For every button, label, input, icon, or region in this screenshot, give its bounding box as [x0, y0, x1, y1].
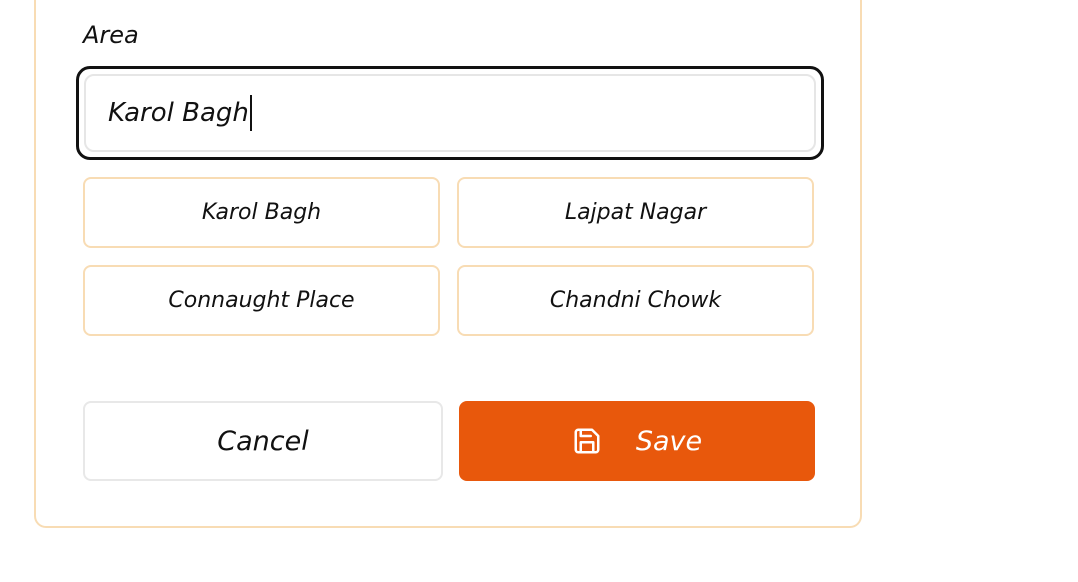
- save-button-label: Save: [635, 425, 703, 457]
- suggestion-karol-bagh[interactable]: Karol Bagh: [83, 177, 440, 248]
- cancel-button-label: Cancel: [217, 425, 309, 457]
- save-button[interactable]: Save: [459, 401, 815, 481]
- text-caret: [249, 95, 252, 131]
- suggestion-chandni-chowk[interactable]: Chandni Chowk: [457, 265, 814, 336]
- area-input-focus-ring[interactable]: Karol Bagh: [76, 66, 824, 160]
- area-input-value[interactable]: Karol Bagh: [108, 98, 249, 128]
- cancel-button[interactable]: Cancel: [83, 401, 443, 481]
- suggestion-connaught-place[interactable]: Connaught Place: [83, 265, 440, 336]
- area-input[interactable]: Karol Bagh: [84, 74, 816, 152]
- area-label: Area: [83, 21, 139, 49]
- save-icon: [572, 426, 602, 456]
- suggestion-lajpat-nagar[interactable]: Lajpat Nagar: [457, 177, 814, 248]
